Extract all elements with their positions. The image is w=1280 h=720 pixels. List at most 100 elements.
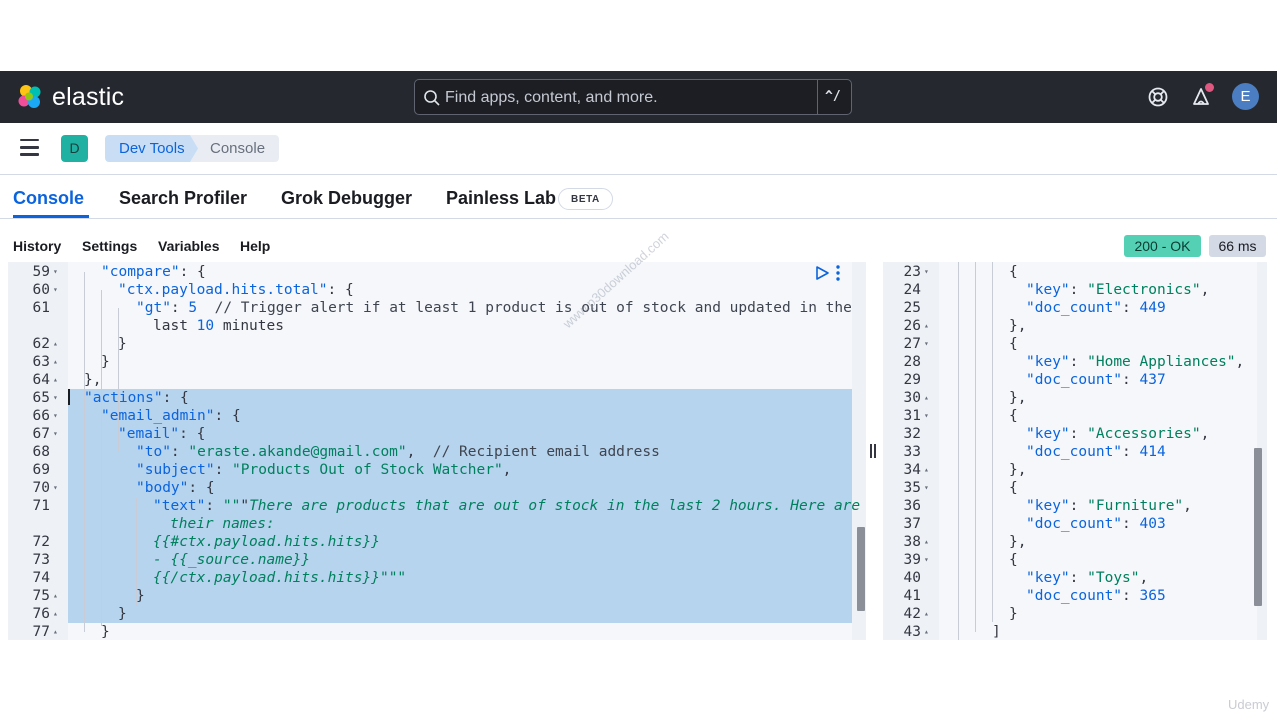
line-number: 28 (903, 354, 921, 370)
pane-resize-handle[interactable] (870, 444, 877, 458)
fold-chevron-icon[interactable]: ▾ (924, 335, 929, 353)
line-number: 31 (903, 408, 921, 424)
line-number: 59 (32, 264, 50, 280)
response-scrollbar[interactable] (1254, 448, 1262, 606)
fold-chevron-icon[interactable]: ▴ (924, 623, 929, 640)
indent-guide (958, 262, 959, 640)
code-text: "text": """There are products that are o… (153, 498, 861, 514)
request-line: 65 ▾ "actions": { (8, 389, 866, 407)
code-text: - {{_source.name}} (153, 552, 311, 568)
line-number: 33 (903, 444, 921, 460)
response-line: 33 "doc_count": 414 (883, 443, 1267, 461)
fold-chevron-icon[interactable]: ▴ (53, 353, 58, 371)
udemy-watermark: Udemy (1228, 697, 1270, 712)
request-line: 69 "subject": "Products Out of Stock Watc… (8, 461, 866, 479)
indent-guide (84, 272, 85, 632)
response-line: 26 ▴}, (883, 317, 1267, 335)
tab-grok-debugger[interactable]: Grok Debugger (281, 188, 412, 209)
help-icon[interactable] (1146, 85, 1170, 109)
request-line: 62 ▴} (8, 335, 866, 353)
fold-chevron-icon[interactable]: ▴ (53, 335, 58, 353)
dev-tools-tabs: Console Search Profiler Grok Debugger Pa… (0, 176, 1277, 219)
request-editor[interactable]: 59 ▾ "compare": {60 ▾ "ctx.payload.hits.tota… (8, 262, 866, 640)
line-number: 70 (32, 480, 50, 496)
line-number: 67 (32, 426, 50, 442)
request-line: 70 ▾ "body": { (8, 479, 866, 497)
line-number: 29 (903, 372, 921, 388)
history-button[interactable]: History (13, 238, 61, 254)
request-line: 68 "to": "eraste.akande@gmail.com", // Re… (8, 443, 866, 461)
space-avatar[interactable]: D (61, 135, 88, 162)
response-line: 27 ▾ { (883, 335, 1267, 353)
fold-chevron-icon[interactable]: ▾ (53, 479, 58, 497)
fold-chevron-icon[interactable]: ▾ (924, 263, 929, 281)
response-line: 36 "key": "Furniture", (883, 497, 1267, 515)
code-text: }, (1009, 318, 1027, 334)
user-avatar[interactable]: E (1232, 83, 1259, 110)
code-text: "doc_count": 403 (1026, 516, 1166, 532)
elastic-logo-icon[interactable] (16, 83, 44, 111)
request-options-icon[interactable] (834, 264, 842, 282)
request-scrollbar[interactable] (857, 527, 865, 611)
fold-chevron-icon[interactable]: ▴ (53, 605, 58, 623)
code-text: "ctx.payload.hits.total": { (118, 282, 354, 298)
fold-chevron-icon[interactable]: ▾ (53, 263, 58, 281)
fold-chevron-icon[interactable]: ▾ (924, 407, 929, 425)
fold-chevron-icon[interactable]: ▴ (924, 461, 929, 479)
response-viewer[interactable]: 23 ▾{24 "key": "Electronics", 25 "doc_count"… (883, 262, 1267, 640)
request-time-badge: 66 ms (1209, 235, 1266, 257)
search-placeholder: Find apps, content, and more. (445, 89, 658, 106)
fold-chevron-icon[interactable]: ▴ (53, 623, 58, 640)
indent-guide (136, 498, 137, 606)
code-text: { (1009, 336, 1018, 352)
fold-chevron-icon[interactable]: ▴ (924, 389, 929, 407)
fold-chevron-icon[interactable]: ▴ (924, 317, 929, 335)
line-number: 23 (903, 264, 921, 280)
indent-guide (992, 262, 993, 622)
code-text: "key": "Furniture", (1026, 498, 1192, 514)
play-icon[interactable] (814, 265, 830, 281)
help-button[interactable]: Help (240, 238, 270, 254)
tab-console[interactable]: Console (13, 188, 84, 209)
request-line: 76 ▴} (8, 605, 866, 623)
code-text: }, (1009, 534, 1027, 550)
code-text: "to": "eraste.akande@gmail.com", // Reci… (136, 444, 660, 460)
line-number: 74 (32, 570, 50, 586)
fold-chevron-icon[interactable]: ▴ (924, 533, 929, 551)
hamburger-menu-icon[interactable] (20, 139, 42, 159)
fold-chevron-icon[interactable]: ▾ (924, 551, 929, 569)
line-number: 36 (903, 498, 921, 514)
line-number: 72 (32, 534, 50, 550)
line-number: 68 (32, 444, 50, 460)
line-number: 63 (32, 354, 50, 370)
line-number: 73 (32, 552, 50, 568)
tab-search-profiler[interactable]: Search Profiler (119, 188, 247, 209)
tab-painless-lab[interactable]: Painless Lab (446, 188, 556, 209)
code-text: "gt": 5 // Trigger alert if at least 1 p… (136, 300, 852, 316)
breadcrumb-dev-tools[interactable]: Dev Tools (105, 135, 201, 162)
fold-chevron-icon[interactable]: ▾ (53, 407, 58, 425)
variables-button[interactable]: Variables (158, 238, 220, 254)
global-search-input[interactable]: Find apps, content, and more. ^/ (414, 79, 852, 115)
response-line: 25 "doc_count": 449 (883, 299, 1267, 317)
fold-chevron-icon[interactable]: ▾ (924, 479, 929, 497)
brand-name[interactable]: elastic (52, 83, 124, 111)
code-text: { (1009, 552, 1018, 568)
line-number: 30 (903, 390, 921, 406)
fold-chevron-icon[interactable]: ▾ (53, 281, 58, 299)
status-badge: 200 - OK (1124, 235, 1201, 257)
code-text: "email": { (118, 426, 206, 442)
fold-chevron-icon[interactable]: ▴ (53, 371, 58, 389)
fold-chevron-icon[interactable]: ▴ (53, 587, 58, 605)
code-text: { (1009, 264, 1018, 280)
fold-chevron-icon[interactable]: ▾ (53, 425, 58, 443)
line-number: 71 (32, 498, 50, 514)
fold-chevron-icon[interactable]: ▾ (53, 389, 58, 407)
code-text: "doc_count": 414 (1026, 444, 1166, 460)
line-number: 38 (903, 534, 921, 550)
settings-button[interactable]: Settings (82, 238, 137, 254)
search-icon (424, 90, 440, 106)
fold-chevron-icon[interactable]: ▴ (924, 605, 929, 623)
code-text: "subject": "Products Out of Stock Watche… (136, 462, 512, 478)
response-line: 39 ▾ { (883, 551, 1267, 569)
